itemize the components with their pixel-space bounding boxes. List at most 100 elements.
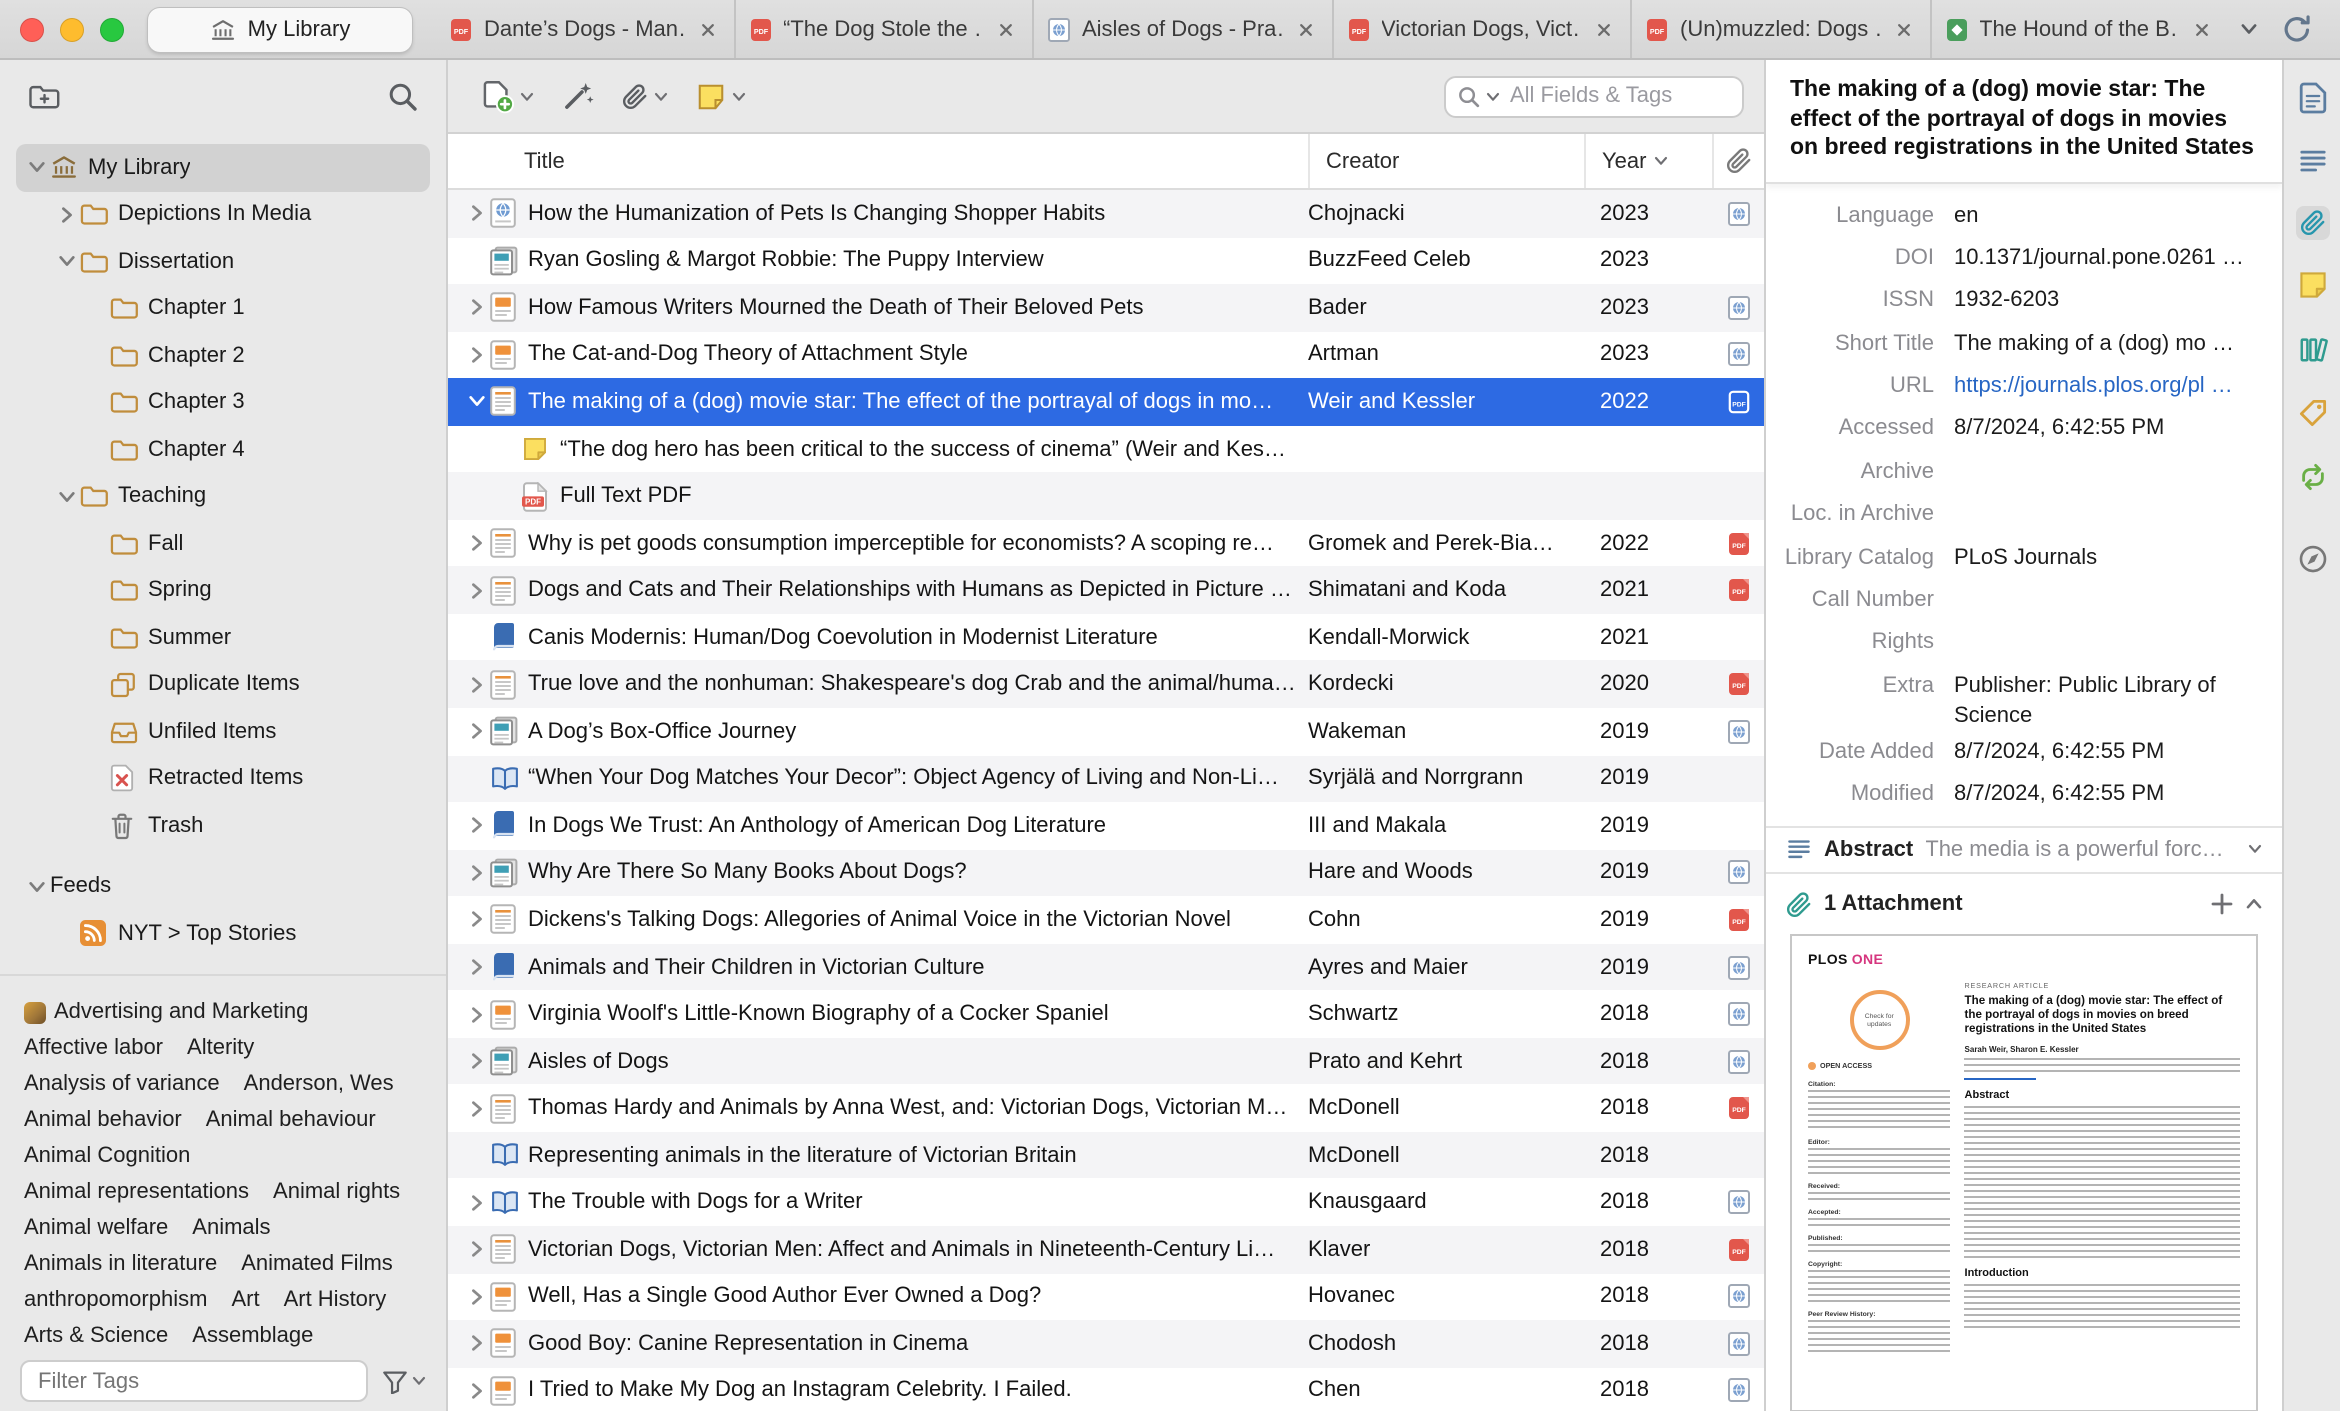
field-value[interactable]: https://journals.plos.org/pl … bbox=[1954, 372, 2266, 402]
add-attachment-button[interactable] bbox=[610, 75, 680, 117]
tag[interactable]: Animal rights bbox=[273, 1179, 400, 1205]
search-scope-chevron-icon[interactable] bbox=[1486, 91, 1500, 101]
sidebar-item[interactable]: Chapter 2 bbox=[16, 332, 430, 379]
field-row[interactable]: Loc. in Archive bbox=[1766, 494, 2266, 537]
twisty-closed-icon[interactable] bbox=[464, 958, 490, 976]
sidebar-item[interactable]: Trash bbox=[16, 802, 430, 849]
tag-options-button[interactable] bbox=[382, 1369, 426, 1393]
tab-close-icon[interactable] bbox=[2190, 17, 2214, 41]
twisty-closed-icon[interactable] bbox=[464, 817, 490, 835]
twisty-open-icon[interactable] bbox=[464, 393, 490, 411]
item-row[interactable]: True love and the nonhuman: Shakespeare'… bbox=[448, 660, 1764, 709]
twisty-open-icon[interactable] bbox=[24, 159, 50, 177]
tag[interactable]: Arts & Science bbox=[24, 1323, 168, 1349]
new-item-button[interactable] bbox=[468, 71, 546, 121]
item-row[interactable]: The making of a (dog) movie star: The ef… bbox=[448, 378, 1764, 426]
sidebar-item[interactable]: Dissertation bbox=[16, 238, 430, 285]
attachments-icon[interactable] bbox=[2295, 206, 2329, 240]
sidebar-item[interactable]: Retracted Items bbox=[16, 755, 430, 802]
add-attachment-plus-icon[interactable] bbox=[2210, 892, 2234, 916]
field-row[interactable]: Short Title The making of a (dog) mo … bbox=[1766, 323, 2266, 366]
tag[interactable]: Animal behaviour bbox=[206, 1107, 376, 1133]
field-row[interactable]: ISSN 1932-6203 bbox=[1766, 281, 2266, 324]
field-row[interactable]: Modified 8/7/2024, 6:42:55 PM bbox=[1766, 774, 2266, 817]
item-row[interactable]: Victorian Dogs, Victorian Men: Affect an… bbox=[448, 1226, 1764, 1274]
tag[interactable]: Analysis of variance bbox=[24, 1071, 220, 1097]
twisty-open-icon[interactable] bbox=[54, 253, 80, 271]
twisty-closed-icon[interactable] bbox=[464, 1335, 490, 1353]
field-row[interactable]: Language en bbox=[1766, 195, 2266, 238]
field-row[interactable]: Archive bbox=[1766, 452, 2266, 495]
twisty-closed-icon[interactable] bbox=[464, 1288, 490, 1306]
attachments-section-header[interactable]: 1 Attachment bbox=[1766, 873, 2282, 929]
sidebar-item[interactable]: NYT > Top Stories bbox=[16, 910, 430, 957]
twisty-closed-icon[interactable] bbox=[464, 1099, 490, 1117]
item-row[interactable]: Canis Modernis: Human/Dog Coevolution in… bbox=[448, 614, 1764, 661]
item-row[interactable]: Virginia Woolf's Little-Known Biography … bbox=[448, 991, 1764, 1038]
tag[interactable]: Affective labor bbox=[24, 1035, 163, 1061]
twisty-closed-icon[interactable] bbox=[464, 534, 490, 552]
reader-tab[interactable]: The Hound of the B… bbox=[1929, 0, 2228, 58]
field-row[interactable]: URL https://journals.plos.org/pl … bbox=[1766, 366, 2266, 409]
twisty-closed-icon[interactable] bbox=[464, 911, 490, 929]
item-row[interactable]: How Famous Writers Mourned the Death of … bbox=[448, 284, 1764, 332]
item-row[interactable]: Good Boy: Canine Representation in Cinem… bbox=[448, 1320, 1764, 1368]
tag-filter-input[interactable] bbox=[20, 1360, 368, 1402]
tag[interactable]: Art History bbox=[284, 1287, 387, 1313]
twisty-closed-icon[interactable] bbox=[464, 1052, 490, 1070]
notes-icon[interactable] bbox=[2293, 266, 2331, 304]
twisty-closed-icon[interactable] bbox=[464, 205, 490, 223]
tag[interactable]: Advertising and Marketing bbox=[24, 999, 308, 1025]
sidebar-item[interactable]: Chapter 1 bbox=[16, 285, 430, 332]
field-row[interactable]: Library Catalog PLoS Journals bbox=[1766, 537, 2266, 580]
tag[interactable]: Animal behavior bbox=[24, 1107, 182, 1133]
field-row[interactable]: Call Number bbox=[1766, 580, 2266, 623]
item-row[interactable]: PDF Full Text PDF bbox=[448, 472, 1764, 520]
sidebar-item[interactable]: My Library bbox=[16, 144, 430, 191]
column-header-attachment[interactable] bbox=[1712, 134, 1764, 188]
tab-my-library[interactable]: My Library bbox=[148, 7, 412, 51]
abstract-section[interactable]: Abstract The media is a powerful forc… bbox=[1766, 825, 2282, 874]
tag[interactable]: Art bbox=[231, 1287, 259, 1313]
sidebar-item[interactable]: Fall bbox=[16, 520, 430, 567]
search-icon[interactable] bbox=[1458, 85, 1480, 107]
sidebar-item[interactable]: Summer bbox=[16, 614, 430, 661]
item-row[interactable]: The Trouble with Dogs for a Writer Knausg… bbox=[448, 1179, 1764, 1226]
close-window-button[interactable] bbox=[20, 17, 44, 41]
tag[interactable]: Animated Films bbox=[241, 1251, 393, 1277]
tab-close-icon[interactable] bbox=[1592, 17, 1616, 41]
locate-icon[interactable] bbox=[2293, 540, 2331, 578]
item-row[interactable]: Ryan Gosling & Margot Robbie: The Puppy … bbox=[448, 237, 1764, 284]
twisty-closed-icon[interactable] bbox=[464, 1005, 490, 1023]
tab-close-icon[interactable] bbox=[1293, 17, 1317, 41]
sidebar-item[interactable]: Chapter 3 bbox=[16, 379, 430, 426]
sidebar-item[interactable]: Spring bbox=[16, 567, 430, 614]
field-row[interactable]: Extra Publisher: Public Library of Scienc… bbox=[1766, 666, 2266, 732]
sidebar-item[interactable]: Teaching bbox=[16, 473, 430, 520]
field-row[interactable]: Rights bbox=[1766, 623, 2266, 666]
item-row[interactable]: A Dog’s Box-Office Journey Wakeman 2019 bbox=[448, 708, 1764, 755]
twisty-closed-icon[interactable] bbox=[54, 206, 80, 224]
tab-close-icon[interactable] bbox=[695, 17, 719, 41]
twisty-closed-icon[interactable] bbox=[464, 723, 490, 741]
field-row[interactable]: Accessed 8/7/2024, 6:42:55 PM bbox=[1766, 409, 2266, 452]
twisty-closed-icon[interactable] bbox=[464, 675, 490, 693]
libraries-collections-icon[interactable] bbox=[2293, 330, 2331, 368]
item-row[interactable]: Dogs and Cats and Their Relationships wi… bbox=[448, 566, 1764, 614]
reader-tab[interactable]: PDF “The Dog Stole the … bbox=[733, 0, 1032, 58]
column-header-title[interactable]: Title bbox=[448, 134, 1308, 188]
add-by-identifier-button[interactable] bbox=[550, 72, 606, 120]
item-row[interactable]: Thomas Hardy and Animals by Anna West, a… bbox=[448, 1085, 1764, 1132]
column-header-creator[interactable]: Creator bbox=[1308, 134, 1584, 188]
twisty-closed-icon[interactable] bbox=[464, 1194, 490, 1212]
tag[interactable]: Animals in literature bbox=[24, 1251, 217, 1277]
reader-tab[interactable]: PDF (Un)muzzled: Dogs … bbox=[1630, 0, 1929, 58]
item-row[interactable]: Why Are There So Many Books About Dogs? H… bbox=[448, 849, 1764, 897]
item-row[interactable]: Aisles of Dogs Prato and Kehrt 2018 bbox=[448, 1037, 1764, 1085]
sidebar-item[interactable]: Depictions In Media bbox=[16, 191, 430, 238]
item-row[interactable]: Dickens's Talking Dogs: Allegories of An… bbox=[448, 896, 1764, 943]
sync-icon[interactable] bbox=[2270, 8, 2324, 50]
item-row[interactable]: Representing animals in the literature o… bbox=[448, 1131, 1764, 1179]
sidebar-item[interactable]: Feeds bbox=[16, 863, 430, 910]
item-row[interactable]: In Dogs We Trust: An Anthology of Americ… bbox=[448, 802, 1764, 849]
